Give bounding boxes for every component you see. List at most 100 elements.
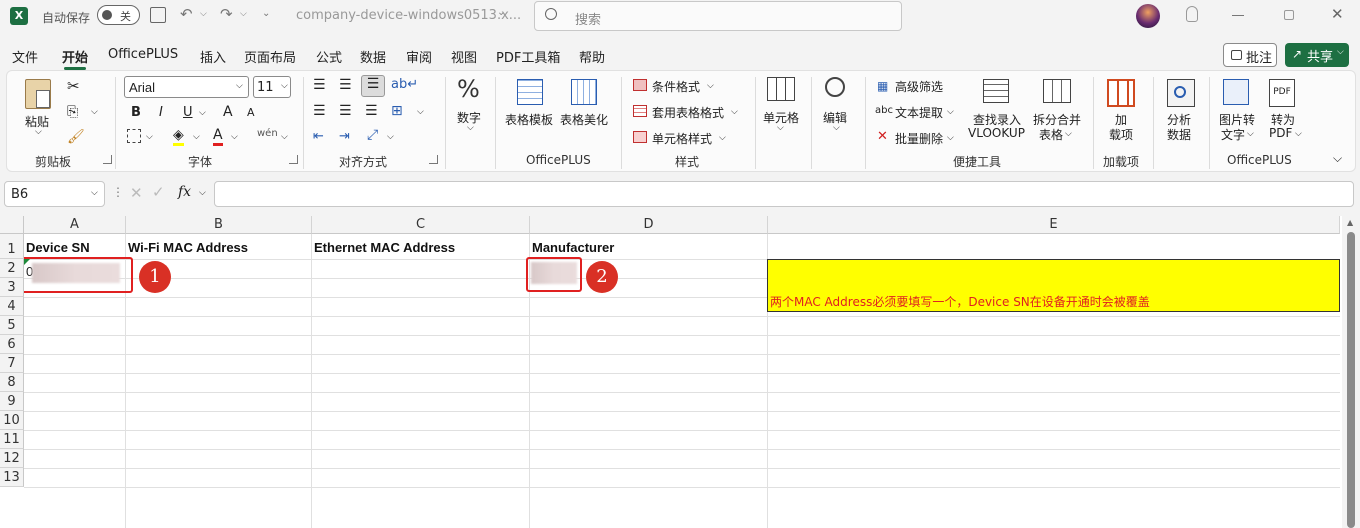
- row-header-1[interactable]: 1: [0, 234, 24, 259]
- shrink-font-button[interactable]: A: [247, 106, 255, 119]
- tab-help[interactable]: 帮助: [579, 47, 605, 66]
- text-extract-dropdown-icon[interactable]: ⌵: [947, 107, 954, 117]
- phonetic-icon[interactable]: wén: [257, 128, 278, 139]
- redo-icon[interactable]: ↷: [220, 5, 233, 23]
- paste-icon[interactable]: [25, 79, 51, 109]
- scrollbar-thumb[interactable]: [1347, 232, 1355, 528]
- row-header-10[interactable]: 10: [0, 411, 24, 430]
- file-name[interactable]: company-device-windows0513.x...: [296, 8, 521, 23]
- tab-formulas[interactable]: 公式: [316, 47, 342, 66]
- row-header-2[interactable]: 2: [0, 259, 24, 278]
- clipboard-launcher-icon[interactable]: [103, 155, 112, 164]
- fill-color-dropdown-icon[interactable]: ⌵: [193, 132, 200, 142]
- worksheet[interactable]: A B C D E 两个MAC Address必须要填写一个，Device SN…: [0, 216, 1360, 528]
- analyze-data-button-line2[interactable]: 数据: [1167, 126, 1191, 143]
- cells-icon[interactable]: [767, 77, 795, 101]
- column-header-d[interactable]: D: [530, 216, 768, 234]
- format-as-table-dropdown-icon[interactable]: ⌵: [731, 107, 738, 117]
- vlookup-button-line2[interactable]: VLOOKUP: [968, 126, 1025, 140]
- editing-dropdown-icon[interactable]: ⌵: [833, 123, 840, 133]
- merge-center-icon[interactable]: ⊞: [391, 103, 403, 119]
- row-header-4[interactable]: 4: [0, 297, 24, 316]
- increase-indent-icon[interactable]: ⇥: [339, 129, 350, 144]
- image-to-text-button-line2[interactable]: 文字: [1221, 126, 1245, 143]
- column-header-b[interactable]: B: [126, 216, 312, 234]
- image-to-text-icon[interactable]: [1223, 79, 1249, 105]
- table-template-icon[interactable]: [517, 79, 543, 105]
- enter-icon[interactable]: ✓: [152, 183, 165, 201]
- fill-color-icon[interactable]: ◈: [173, 127, 184, 146]
- format-painter-icon[interactable]: 🖌: [67, 129, 85, 145]
- undo-icon[interactable]: ↶: [180, 5, 193, 23]
- underline-button[interactable]: U: [183, 105, 193, 120]
- align-middle-icon[interactable]: ☰: [339, 77, 352, 93]
- split-merge-dropdown-icon[interactable]: ⌵: [1065, 129, 1072, 139]
- split-merge-icon[interactable]: [1043, 79, 1071, 103]
- merge-dropdown-icon[interactable]: ⌵: [417, 107, 424, 117]
- orientation-dropdown-icon[interactable]: ⌵: [387, 132, 394, 142]
- font-launcher-icon[interactable]: [289, 155, 298, 164]
- save-icon[interactable]: [150, 7, 166, 23]
- font-color-button[interactable]: A: [213, 127, 223, 146]
- more-options-icon[interactable]: ⋮: [112, 185, 124, 199]
- vertical-scrollbar[interactable]: ▲: [1342, 216, 1360, 528]
- pdf-icon[interactable]: PDF: [1269, 79, 1295, 107]
- underline-dropdown-icon[interactable]: ⌵: [199, 108, 206, 118]
- tab-officeplus[interactable]: OfficePLUS: [108, 47, 178, 62]
- font-color-dropdown-icon[interactable]: ⌵: [231, 132, 238, 142]
- borders-icon[interactable]: [127, 129, 141, 143]
- search-box[interactable]: 搜索: [534, 1, 902, 31]
- tab-home[interactable]: 开始: [62, 47, 88, 70]
- column-header-a[interactable]: A: [24, 216, 126, 234]
- orientation-icon[interactable]: ⤢: [367, 127, 378, 143]
- bold-button[interactable]: B: [131, 105, 141, 120]
- row-header-5[interactable]: 5: [0, 316, 24, 335]
- tab-page-layout[interactable]: 页面布局: [244, 47, 296, 66]
- image-to-text-dropdown-icon[interactable]: ⌵: [1247, 129, 1254, 139]
- redo-dropdown-icon[interactable]: ⌵: [240, 9, 247, 19]
- copy-icon[interactable]: ⎘: [67, 104, 78, 120]
- copy-dropdown-icon[interactable]: ⌵: [91, 107, 98, 117]
- row-header-8[interactable]: 8: [0, 373, 24, 392]
- decrease-indent-icon[interactable]: ⇤: [313, 129, 324, 144]
- format-as-table-button[interactable]: 套用表格格式: [652, 104, 724, 121]
- tab-review[interactable]: 审阅: [406, 47, 432, 66]
- format-as-table-icon[interactable]: [633, 105, 647, 117]
- conditional-format-icon[interactable]: [633, 79, 647, 91]
- cancel-icon[interactable]: ✕: [130, 184, 143, 202]
- cell-styles-icon[interactable]: [633, 131, 647, 143]
- advanced-filter-icon[interactable]: ▦: [877, 79, 888, 93]
- close-icon[interactable]: ✕: [1331, 5, 1344, 23]
- tab-file[interactable]: 文件: [12, 47, 38, 66]
- number-dropdown-icon[interactable]: ⌵: [467, 123, 474, 133]
- batch-delete-icon[interactable]: ✕: [877, 129, 888, 144]
- avatar[interactable]: [1136, 4, 1160, 28]
- formula-input[interactable]: [214, 181, 1354, 207]
- text-extract-button[interactable]: 文本提取: [895, 104, 943, 121]
- advanced-filter-button[interactable]: 高级筛选: [895, 78, 943, 95]
- table-beautify-button[interactable]: 表格美化: [560, 111, 608, 128]
- row-header-12[interactable]: 12: [0, 449, 24, 468]
- batch-delete-dropdown-icon[interactable]: ⌵: [947, 133, 954, 143]
- column-header-c[interactable]: C: [312, 216, 530, 234]
- row-header-6[interactable]: 6: [0, 335, 24, 354]
- row-header-13[interactable]: 13: [0, 468, 24, 487]
- scroll-up-icon[interactable]: ▲: [1347, 218, 1353, 227]
- filename-dropdown-icon[interactable]: ⌄: [497, 7, 505, 18]
- batch-delete-button[interactable]: 批量删除: [895, 130, 943, 147]
- phonetic-dropdown-icon[interactable]: ⌵: [281, 132, 288, 142]
- to-pdf-dropdown-icon[interactable]: ⌵: [1295, 129, 1302, 139]
- addins-icon[interactable]: [1107, 79, 1135, 107]
- collapse-ribbon-icon[interactable]: ⌵: [1333, 151, 1342, 166]
- column-header-e[interactable]: E: [768, 216, 1340, 234]
- lightbulb-icon[interactable]: [1186, 6, 1198, 22]
- row-header-11[interactable]: 11: [0, 430, 24, 449]
- tab-insert[interactable]: 插入: [200, 47, 226, 66]
- tab-pdf-toolbox[interactable]: PDF工具箱: [496, 47, 560, 66]
- to-pdf-button-line2[interactable]: PDF: [1269, 126, 1292, 140]
- customize-qat-icon[interactable]: ⌄: [262, 8, 270, 19]
- tab-view[interactable]: 视图: [451, 47, 477, 66]
- find-icon[interactable]: [825, 77, 845, 97]
- wrap-text-icon[interactable]: ab↵: [391, 77, 418, 92]
- split-merge-button-line2[interactable]: 表格: [1039, 126, 1063, 143]
